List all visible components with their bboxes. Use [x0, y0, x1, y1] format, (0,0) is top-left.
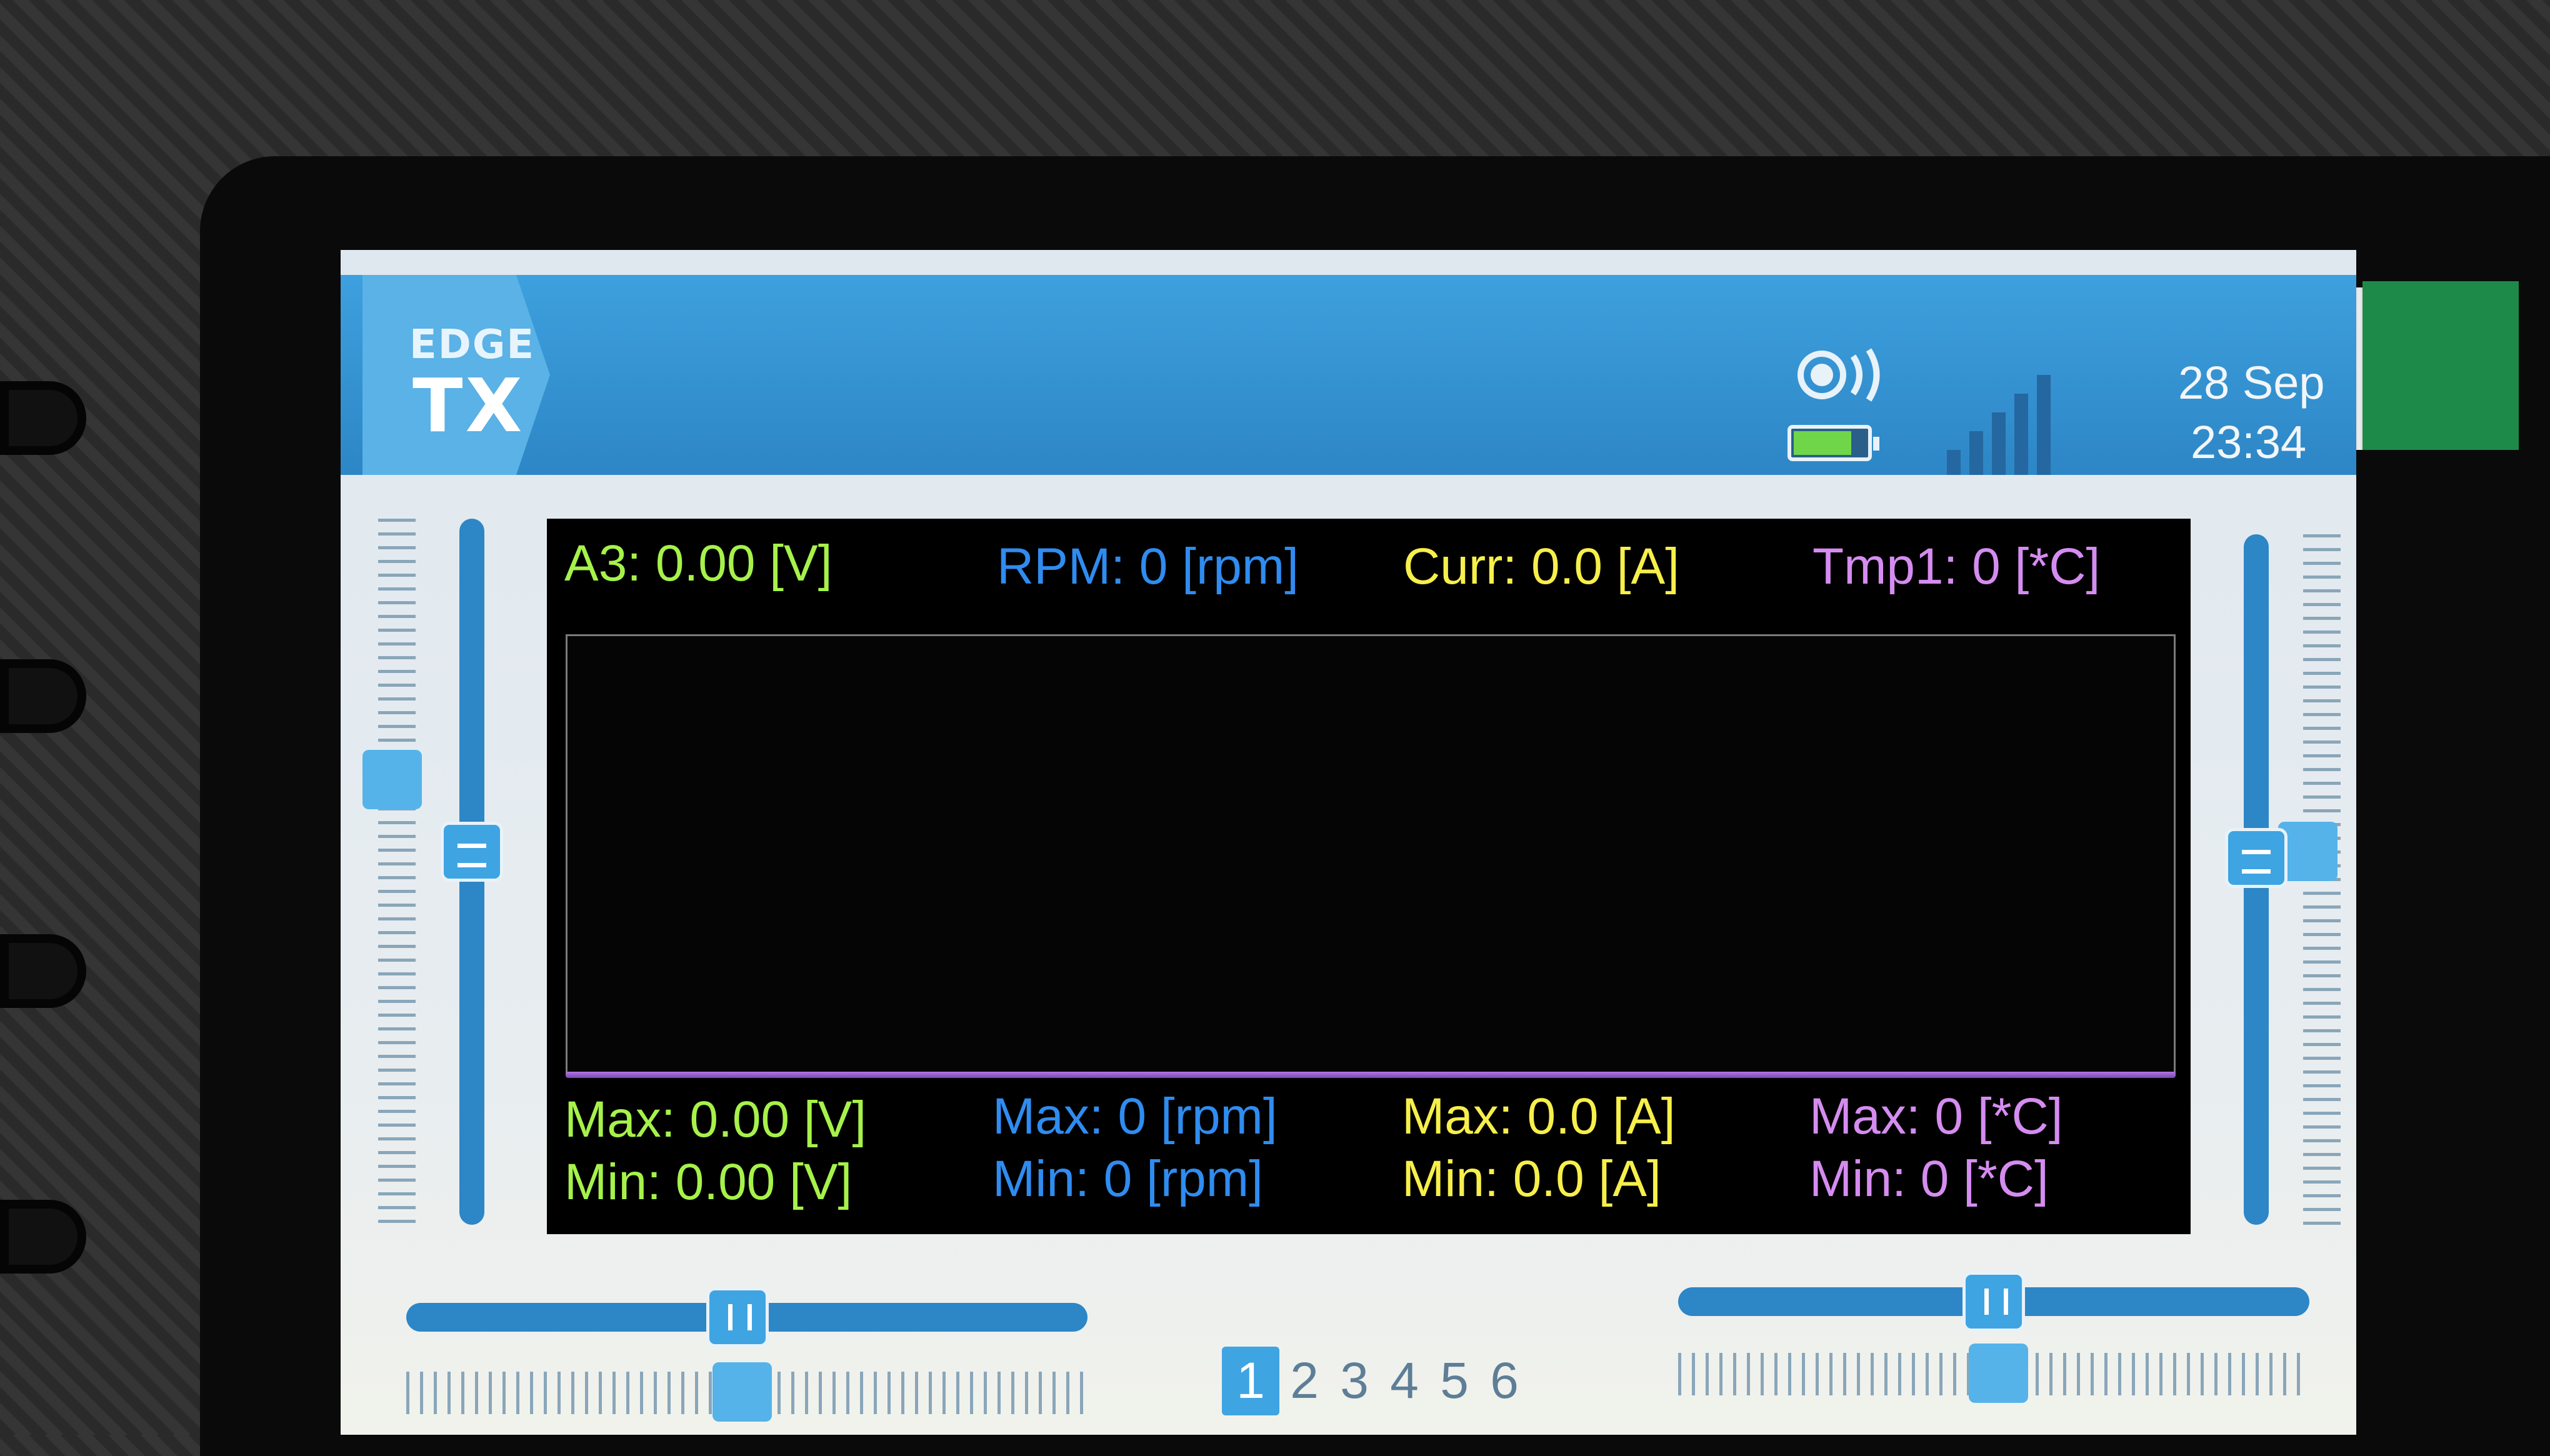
- a3-current-value: A3: 0.00 [V]: [564, 535, 832, 592]
- page-2-tab[interactable]: 2: [1279, 1347, 1329, 1415]
- page-1-tab[interactable]: 1: [1222, 1347, 1279, 1415]
- battery-tip: [1873, 437, 1879, 451]
- rpm-max-value: Max: 0 [rpm]: [992, 1088, 1278, 1145]
- curr-max-value: Max: 0.0 [A]: [1402, 1088, 1676, 1145]
- rf-signal-icon: [1798, 348, 1880, 402]
- page-indicator: 123456: [1222, 1347, 1529, 1415]
- curr-current-value: Curr: 0.0 [A]: [1403, 538, 1680, 595]
- a3-min-value: Min: 0.00 [V]: [564, 1154, 852, 1210]
- battery-level-fill: [1794, 431, 1851, 455]
- tmp1-min-value: Min: 0 [*C]: [1809, 1150, 2049, 1207]
- telemetry-widget[interactable]: A3: 0.00 [V] RPM: 0 [rpm] Curr: 0.0 [A] …: [547, 519, 2191, 1234]
- curr-min-value: Min: 0.0 [A]: [1402, 1150, 1661, 1207]
- signal-strength-icon: [1947, 375, 2051, 475]
- tmp1-max-value: Max: 0 [*C]: [1809, 1088, 2063, 1145]
- right-vertical-trim-handle[interactable]: [2225, 828, 2288, 888]
- telemetry-graph: [566, 634, 2176, 1075]
- left-side-marker: [362, 750, 422, 809]
- hardware-button[interactable]: [0, 381, 86, 455]
- hardware-button[interactable]: [0, 934, 86, 1008]
- right-horizontal-marker: [1969, 1344, 2028, 1403]
- time-label: 23:34: [2191, 416, 2307, 468]
- page-5-tab[interactable]: 5: [1429, 1347, 1479, 1415]
- top-bar: EDGE TX 28 Sep 23:34: [341, 275, 2356, 475]
- date-label: 28 Sep: [2178, 357, 2325, 409]
- left-trim-scale: [378, 519, 416, 1231]
- rpm-current-value: RPM: 0 [rpm]: [997, 538, 1299, 595]
- logo-text-bottom: TX: [412, 362, 525, 449]
- page-3-tab[interactable]: 3: [1329, 1347, 1379, 1415]
- left-horizontal-marker: [712, 1362, 772, 1422]
- graph-baseline: [566, 1072, 2176, 1078]
- tmp1-current-value: Tmp1: 0 [*C]: [1812, 538, 2101, 595]
- right-trim-scale: [2303, 534, 2341, 1228]
- page-6-tab[interactable]: 6: [1479, 1347, 1529, 1415]
- green-tab: [2362, 281, 2519, 450]
- edgetx-logo-button[interactable]: EDGE TX: [362, 275, 550, 475]
- battery-icon: [1788, 425, 1879, 461]
- rpm-min-value: Min: 0 [rpm]: [992, 1150, 1263, 1207]
- left-horizontal-trim-handle[interactable]: [706, 1287, 769, 1347]
- right-horizontal-trim-handle[interactable]: [1962, 1272, 2025, 1332]
- hardware-button[interactable]: [0, 659, 86, 733]
- a3-max-value: Max: 0.00 [V]: [564, 1091, 867, 1148]
- screen: EDGE TX 28 Sep 23:34 A3: 0.00 [V] RPM: 0…: [341, 250, 2356, 1435]
- logo-text-top: EDGE: [409, 322, 536, 368]
- left-vertical-trim-handle[interactable]: [441, 822, 503, 882]
- page-4-tab[interactable]: 4: [1379, 1347, 1429, 1415]
- hardware-button[interactable]: [0, 1200, 86, 1274]
